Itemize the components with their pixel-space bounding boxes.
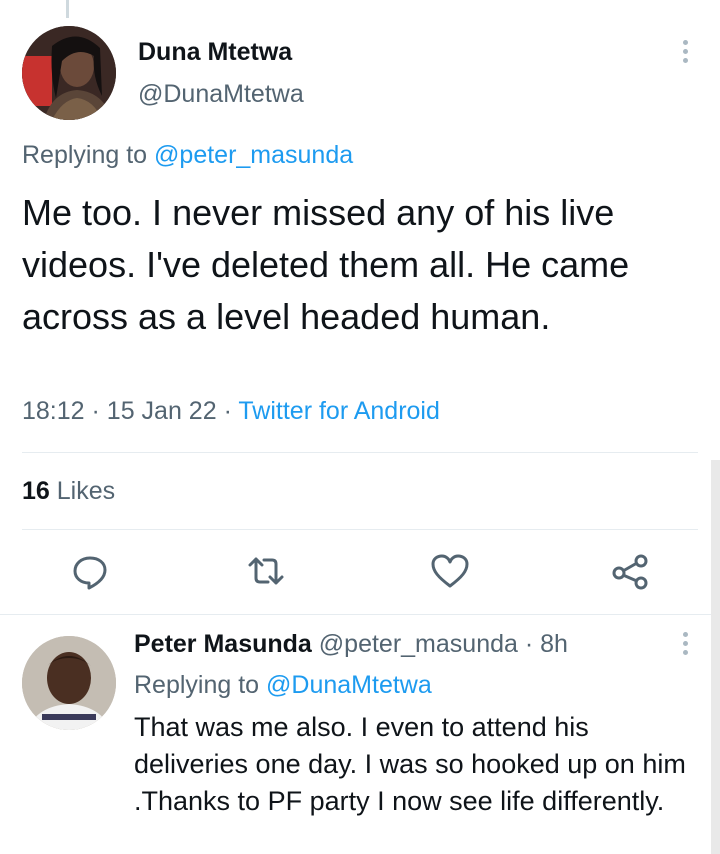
tweet-source[interactable]: Twitter for Android <box>238 397 439 425</box>
author-name[interactable]: Duna Mtetwa <box>138 38 292 67</box>
reply-author-name[interactable]: Peter Masunda <box>134 630 312 658</box>
more-options-icon[interactable] <box>678 40 692 70</box>
replying-prefix: Replying to <box>22 141 148 169</box>
divider <box>22 529 698 530</box>
likes-number: 16 <box>22 477 50 505</box>
top-border <box>0 0 720 6</box>
scrollbar[interactable] <box>711 460 720 854</box>
tweet-date[interactable]: 15 Jan 22 <box>107 397 217 425</box>
meta-separator: · <box>524 630 534 658</box>
likes-label: Likes <box>56 477 116 505</box>
reply-icon <box>73 556 107 590</box>
meta-separator: · <box>223 397 232 425</box>
likes-count[interactable]: 16 Likes <box>22 477 115 506</box>
replying-to: Replying to @peter_masunda <box>22 141 353 170</box>
reply-avatar[interactable] <box>22 636 116 730</box>
reply-replying-to: Replying to @DunaMtetwa <box>134 671 432 700</box>
retweet-button[interactable] <box>246 551 286 591</box>
thread-line <box>66 0 69 18</box>
author-handle[interactable]: @DunaMtetwa <box>138 80 304 109</box>
like-button[interactable] <box>430 551 470 591</box>
tweet-text: Me too. I never missed any of his live v… <box>22 192 630 337</box>
tweet-meta: 18:12 · 15 Jan 22 · Twitter for Android <box>22 397 440 426</box>
tweet-time[interactable]: 18:12 <box>22 397 85 425</box>
avatar-photo-duna <box>22 26 116 120</box>
heart-icon <box>431 554 469 588</box>
replying-to-link[interactable]: @peter_masunda <box>154 141 353 169</box>
divider <box>0 614 720 615</box>
retweet-icon <box>248 557 284 585</box>
reply-author-handle[interactable]: @peter_masunda <box>319 630 518 658</box>
avatar-photo-peter <box>22 636 116 730</box>
more-options-icon[interactable] <box>678 632 692 662</box>
replying-prefix: Replying to <box>134 671 260 699</box>
reply-button[interactable] <box>70 551 110 591</box>
reply-time-ago[interactable]: 8h <box>540 630 568 658</box>
avatar[interactable] <box>22 26 116 120</box>
divider <box>22 452 698 453</box>
reply-text: That was me also. I even to attend his d… <box>134 712 686 816</box>
share-button[interactable] <box>610 551 650 591</box>
replying-to-link[interactable]: @DunaMtetwa <box>266 671 432 699</box>
reply-author-line: Peter Masunda @peter_masunda · 8h <box>134 630 568 659</box>
meta-separator: · <box>91 397 100 425</box>
share-icon <box>612 554 648 590</box>
